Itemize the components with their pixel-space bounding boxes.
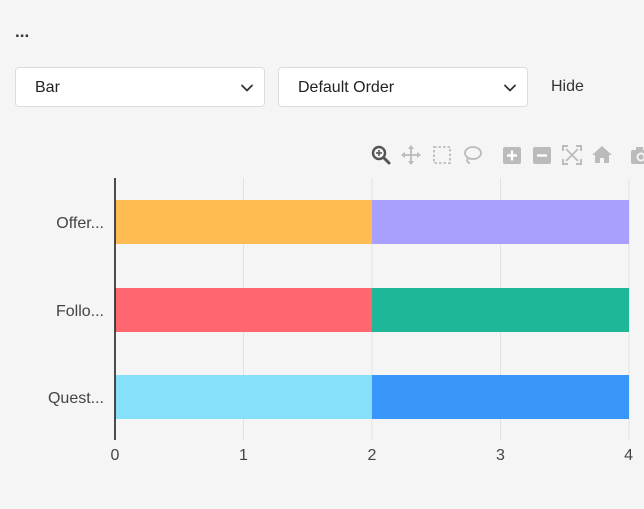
zoom-out-icon[interactable] [531, 144, 553, 166]
category-label: Follo... [56, 303, 104, 320]
x-tick-label: 4 [624, 447, 633, 464]
app-root: ... Bar Default Order Hide Offer... Foll… [0, 0, 644, 509]
zoom-icon[interactable] [370, 144, 392, 166]
bar-segment [372, 375, 629, 419]
lasso-select-icon[interactable] [461, 144, 483, 166]
autoscale-icon[interactable] [561, 144, 583, 166]
x-tick-label: 0 [111, 447, 120, 464]
chart-toolbar [370, 144, 644, 168]
reset-axes-icon[interactable] [591, 144, 613, 166]
zoom-in-icon[interactable] [501, 144, 523, 166]
camera-icon[interactable] [630, 144, 644, 166]
chart-type-select[interactable]: Bar [15, 67, 265, 107]
x-tick-label: 3 [496, 447, 505, 464]
bar-segment [372, 200, 629, 244]
chevron-down-icon [504, 84, 516, 92]
chevron-down-icon [241, 84, 253, 92]
sort-order-select[interactable]: Default Order [278, 67, 528, 107]
bar-segment [115, 375, 372, 419]
pan-icon[interactable] [400, 144, 422, 166]
x-tick-label: 2 [368, 447, 377, 464]
x-tick-label: 1 [239, 447, 248, 464]
category-label: Quest... [48, 390, 104, 407]
box-select-icon[interactable] [431, 144, 453, 166]
bar-segment [115, 200, 372, 244]
more-menu-button[interactable]: ... [15, 22, 29, 42]
bar-segment [372, 288, 629, 332]
category-label: Offer... [56, 215, 104, 232]
bar-segment [115, 288, 372, 332]
chart-type-value: Bar [35, 79, 60, 96]
bar-chart: Offer... Follo... Quest... 0 1 2 3 4 [0, 170, 644, 470]
sort-order-value: Default Order [298, 79, 395, 96]
chart-svg: Offer... Follo... Quest... 0 1 2 3 4 [48, 178, 633, 464]
hide-button[interactable]: Hide [551, 78, 584, 96]
